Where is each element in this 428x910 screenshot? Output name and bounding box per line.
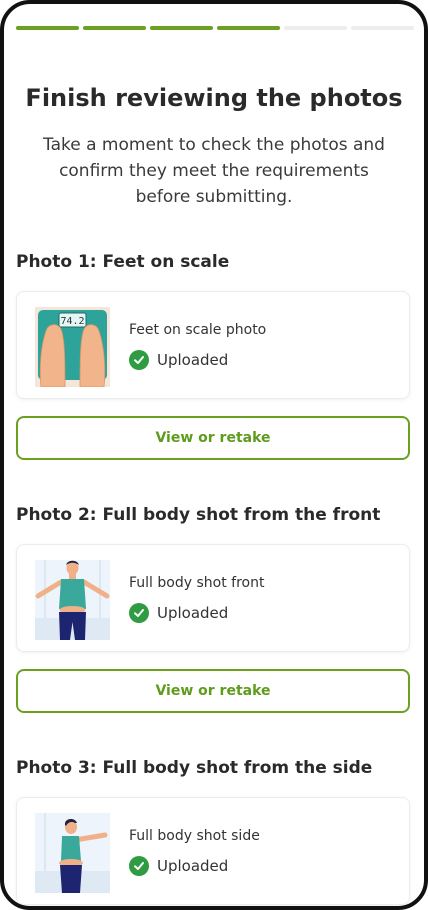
photo-1-status: Uploaded [129, 350, 228, 370]
full-body-side-thumbnail [35, 813, 110, 893]
phone-frame: Finish reviewing the photos Take a momen… [0, 0, 428, 910]
check-circle-icon [129, 603, 149, 623]
progress-segment [16, 26, 79, 30]
photo-2-heading: Photo 2: Full body shot from the front [16, 505, 381, 525]
photo-3-status: Uploaded [129, 856, 228, 876]
progress-segment [217, 26, 280, 30]
photo-1-card: 74.2 Feet on scale photo Uploaded [16, 291, 410, 399]
full-body-front-thumbnail [35, 560, 110, 640]
progress-bar [16, 26, 414, 30]
page-title: Finish reviewing the photos [25, 84, 403, 112]
photo-3-card: Full body shot side Uploaded [16, 797, 410, 905]
photo-3-label: Full body shot side [129, 828, 260, 844]
progress-segment [284, 26, 347, 30]
photo-2-status: Uploaded [129, 603, 228, 623]
status-text: Uploaded [157, 604, 229, 622]
photo-3-heading: Photo 3: Full body shot from the side [16, 758, 373, 778]
photo-2-card: Full body shot front Uploaded [16, 544, 410, 652]
check-circle-icon [129, 350, 149, 370]
status-text: Uploaded [157, 857, 229, 875]
scale-reading: 74.2 [60, 316, 84, 327]
photo-1-view-or-retake-button[interactable]: View or retake [16, 416, 410, 460]
photo-1-label: Feet on scale photo [129, 322, 267, 338]
progress-segment [83, 26, 146, 30]
status-text: Uploaded [157, 351, 229, 369]
check-circle-icon [129, 856, 149, 876]
photo-2-view-or-retake-button[interactable]: View or retake [16, 669, 410, 713]
progress-segment [351, 26, 414, 30]
photo-1-heading: Photo 1: Feet on scale [16, 252, 230, 272]
photo-2-label: Full body shot front [129, 575, 265, 591]
feet-on-scale-thumbnail: 74.2 [35, 307, 110, 387]
progress-segment [150, 26, 213, 30]
page-subtitle: Take a moment to check the photos and co… [43, 135, 385, 207]
